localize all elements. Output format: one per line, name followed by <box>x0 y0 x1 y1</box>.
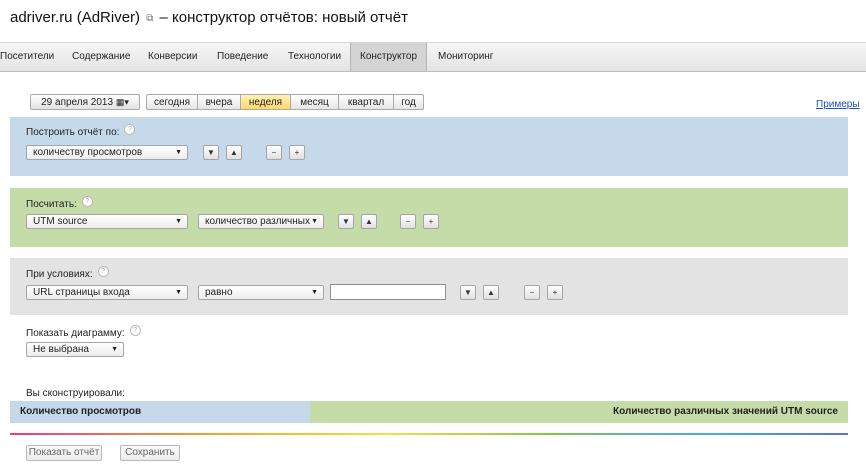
build-select[interactable]: количеству просмотров ▼ <box>26 145 188 160</box>
examples-link[interactable]: Примеры <box>816 99 860 110</box>
period-yesterday[interactable]: вчера <box>197 94 241 110</box>
condition-value-input[interactable] <box>330 284 446 300</box>
move-down-button[interactable]: ▼ <box>338 214 354 229</box>
condition-operator-select[interactable]: равно ▼ <box>198 285 324 300</box>
chevron-down-icon: ▼ <box>175 218 182 225</box>
show-report-button[interactable]: Показать отчёт <box>26 445 102 461</box>
tab-constructor[interactable]: Конструктор <box>350 43 428 71</box>
tab-technologies[interactable]: Технологии <box>279 43 350 71</box>
chevron-down-icon: ▼ <box>175 289 182 296</box>
help-icon[interactable]: ? <box>81 196 93 207</box>
remove-row-button[interactable]: − <box>524 285 540 300</box>
period-today[interactable]: сегодня <box>146 94 198 110</box>
help-icon[interactable]: ? <box>129 325 141 336</box>
period-quarter[interactable]: квартал <box>338 94 394 110</box>
chevron-down-icon: ▼ <box>311 289 318 296</box>
help-icon[interactable]: ? <box>97 266 109 277</box>
build-label: Построить отчёт по:? <box>26 124 136 138</box>
help-icon[interactable]: ? <box>124 124 136 135</box>
result-label: Вы сконструировали: <box>26 388 125 399</box>
remove-row-button[interactable]: − <box>400 214 416 229</box>
result-dimension: Количество различных значений UTM source <box>310 401 848 423</box>
result-metric: Количество просмотров <box>10 401 310 423</box>
tab-conversions[interactable]: Конверсии <box>139 43 206 71</box>
tab-visitors[interactable]: Посетители <box>0 43 63 71</box>
move-up-button[interactable]: ▲ <box>226 145 242 160</box>
move-down-button[interactable]: ▼ <box>203 145 219 160</box>
period-week[interactable]: неделя <box>240 94 291 110</box>
move-up-button[interactable]: ▲ <box>361 214 377 229</box>
add-row-button[interactable]: + <box>289 145 305 160</box>
tab-content[interactable]: Содержание <box>63 43 139 71</box>
add-row-button[interactable]: + <box>547 285 563 300</box>
period-month[interactable]: месяц <box>290 94 339 110</box>
main-nav: Посетители Содержание Конверсии Поведени… <box>0 42 866 72</box>
count-label: Посчитать:? <box>26 196 93 210</box>
tab-monitoring[interactable]: Мониторинг <box>429 43 502 71</box>
conditions-label: При условиях:? <box>26 266 109 280</box>
report-subtitle: – конструктор отчётов: новый отчёт <box>159 9 408 26</box>
remove-row-button[interactable]: − <box>266 145 282 160</box>
condition-field-select[interactable]: URL страницы входа ▼ <box>26 285 188 300</box>
page-title: adriver.ru (AdRiver) ⧉ – конструктор отч… <box>10 9 408 26</box>
date-picker-button[interactable]: 29 апреля 2013 ▦▾ <box>30 94 140 110</box>
count-field-select[interactable]: UTM source ▼ <box>26 214 188 229</box>
save-button[interactable]: Сохранить <box>120 445 180 461</box>
calendar-icon: ▦▾ <box>115 97 129 107</box>
external-link-icon[interactable]: ⧉ <box>146 13 153 24</box>
site-name: adriver.ru (AdRiver) <box>10 9 141 26</box>
add-row-button[interactable]: + <box>423 214 439 229</box>
move-down-button[interactable]: ▼ <box>460 285 476 300</box>
tab-behavior[interactable]: Поведение <box>208 43 277 71</box>
count-type-select[interactable]: количество различных ▼ <box>198 214 324 229</box>
chevron-down-icon: ▼ <box>311 218 318 225</box>
move-up-button[interactable]: ▲ <box>483 285 499 300</box>
chart-select[interactable]: Не выбрана ▼ <box>26 342 124 357</box>
divider <box>10 433 848 435</box>
chevron-down-icon: ▼ <box>111 346 118 353</box>
period-year[interactable]: год <box>393 94 424 110</box>
chevron-down-icon: ▼ <box>175 149 182 156</box>
date-value: 29 апреля 2013 <box>41 97 114 108</box>
chart-label: Показать диаграмму:? <box>26 325 141 339</box>
